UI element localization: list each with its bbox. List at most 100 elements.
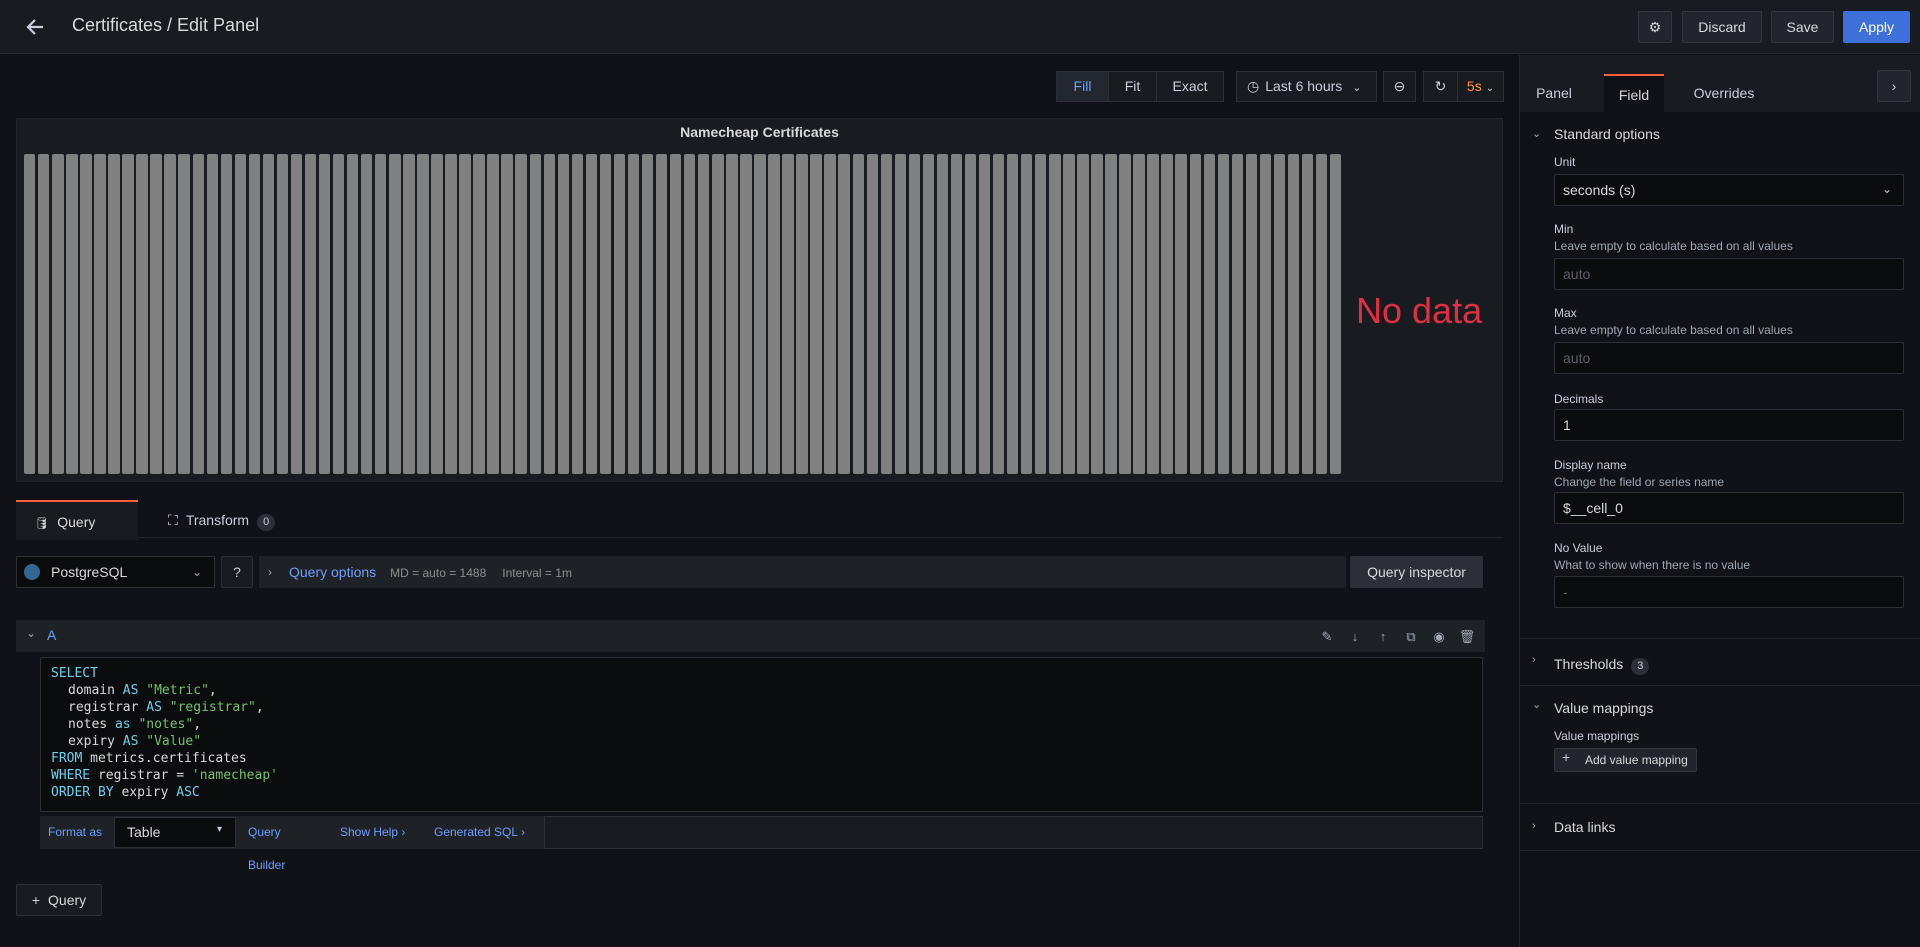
bar-gauge-bar [796,154,808,474]
edit-icon[interactable]: ✎ [1318,628,1336,646]
query-options-toggle[interactable]: Query options MD = auto = 1488 Interval = … [259,556,1346,588]
settings-button[interactable]: ⚙ [1638,11,1672,43]
show-help-label: Show Help [340,825,399,839]
bar-gauge-bar [1021,154,1033,474]
move-down-icon[interactable]: ↓ [1346,628,1364,646]
bar-gauge-bar [669,154,682,474]
trash-icon[interactable]: 🗑 [1458,628,1476,646]
question-icon: ? [233,564,241,580]
collapse-sidebar-button[interactable]: › [1877,70,1911,102]
query-builder-button[interactable]: Query Builder [240,816,326,872]
bar-gauge-bar [1035,154,1047,474]
bar-gauge-bar [375,154,387,474]
time-range-picker[interactable]: ◷ Last 6 hours ⌄ [1236,71,1377,102]
chevron-down-icon[interactable]: ⌄ [26,626,36,640]
sql-line: SELECT [51,666,98,681]
display-name-input[interactable]: $__cell_0 [1554,492,1904,524]
section-divider [1520,685,1920,686]
format-as-label: Format as [40,816,112,849]
query-ref-id[interactable]: A [47,627,56,643]
bar-gauge-bar [698,154,710,474]
display-name-label: Display name [1554,458,1627,472]
tab-transform[interactable]: ⛶ Transform 0 [150,500,300,540]
standard-options-header[interactable]: Standard options [1520,117,1920,151]
bar-gauge-bar [1217,154,1230,474]
query-row-header[interactable] [16,620,1485,652]
clock-icon: ◷ [1247,78,1260,94]
chevron-right-icon: › [401,825,406,839]
generated-sql-button[interactable]: Generated SQL › [426,816,538,849]
datasource-select[interactable]: PostgreSQL [16,556,215,588]
bar-gauge-bar [1231,154,1244,474]
postgresql-icon [24,564,40,580]
zoom-out-button[interactable]: ⊖ [1383,71,1416,102]
database-icon: 🛢 [34,516,50,530]
bar-gauge-area [24,154,1344,474]
sidebar-tab-overrides[interactable]: Overrides [1682,74,1766,112]
transform-icon: ⛶ [168,512,178,528]
max-input[interactable]: auto [1554,342,1904,374]
data-links-header[interactable]: Data links [1520,810,1920,844]
discard-button[interactable]: Discard [1682,11,1762,43]
min-input[interactable]: auto [1554,258,1904,290]
bar-gauge-bar [978,154,991,474]
bar-gauge-bar [304,154,317,474]
bar-gauge-bar [445,154,457,474]
eye-icon[interactable]: ◉ [1430,628,1448,646]
bar-gauge-bar [571,154,584,474]
no-value-input[interactable]: - [1554,576,1904,608]
bar-gauge-bar [66,154,78,474]
show-help-button[interactable]: Show Help › [332,816,420,849]
add-query-button[interactable]: + Query [16,884,102,916]
sql-line: FROM metrics.certificates [51,751,247,766]
sql-line: domain AS "Metric", [68,683,217,698]
sidebar-tab-field[interactable]: Field [1604,74,1664,112]
bar-gauge-bar [1091,154,1103,474]
sql-line: registrar AS "registrar", [68,700,264,715]
sql-line: notes as "notes", [68,717,202,732]
bar-gauge-bar [501,154,513,474]
save-button[interactable]: Save [1771,11,1834,43]
bar-gauge-bar [150,154,162,474]
datasource-help-button[interactable]: ? [221,556,253,588]
bar-gauge-bar [361,154,373,474]
bar-gauge-bar [122,154,134,474]
bar-gauge-bar [1259,154,1272,474]
fit-button[interactable]: Fit [1108,71,1157,102]
refresh-button[interactable]: ↻ [1423,71,1458,102]
tab-transform-count: 0 [257,514,276,531]
bar-gauge-bar [1105,154,1117,474]
bar-gauge-bar [740,154,752,474]
tab-query[interactable]: 🛢Query1 [16,500,138,574]
bar-gauge-bar [38,154,50,474]
bar-gauge-bar [178,154,190,474]
bar-gauge-bar [80,154,92,474]
add-value-mapping-button[interactable]: Add value mapping [1554,748,1697,772]
back-arrow-icon[interactable] [20,12,50,42]
fill-button[interactable]: Fill [1056,71,1109,102]
refresh-interval-picker[interactable]: 5s ⌄ [1457,71,1504,102]
thresholds-header[interactable]: Thresholds 3 [1520,647,1920,681]
value-mappings-header[interactable]: Value mappings [1520,691,1920,725]
max-data-points-info: MD = auto = 1488 [390,566,487,580]
bar-gauge-bar [1301,154,1314,474]
move-up-icon[interactable]: ↑ [1374,628,1392,646]
apply-button[interactable]: Apply [1843,11,1910,43]
query-inspector-button[interactable]: Query inspector [1350,556,1483,588]
bar-gauge-bar [94,154,106,474]
bar-gauge-bar [1119,154,1131,474]
bar-gauge-bar [192,154,204,474]
panel-title: Namecheap Certificates [680,124,839,140]
sidebar-tab-panel[interactable]: Panel [1520,74,1588,112]
display-name-description: Change the field or series name [1554,475,1725,489]
value-mappings-sublabel: Value mappings [1554,729,1640,743]
bar-gauge-bar [627,154,640,474]
unit-select[interactable]: seconds (s) [1554,174,1904,206]
bar-gauge-bar [332,154,345,474]
exact-button[interactable]: Exact [1156,71,1224,102]
gear-icon: ⚙ [1648,19,1662,35]
format-row-filler [544,816,1483,849]
decimals-input[interactable]: 1 [1554,409,1904,441]
sql-editor[interactable]: SELECT domain AS "Metric", registrar AS "r… [40,657,1483,812]
duplicate-icon[interactable]: ⧉ [1402,628,1420,646]
